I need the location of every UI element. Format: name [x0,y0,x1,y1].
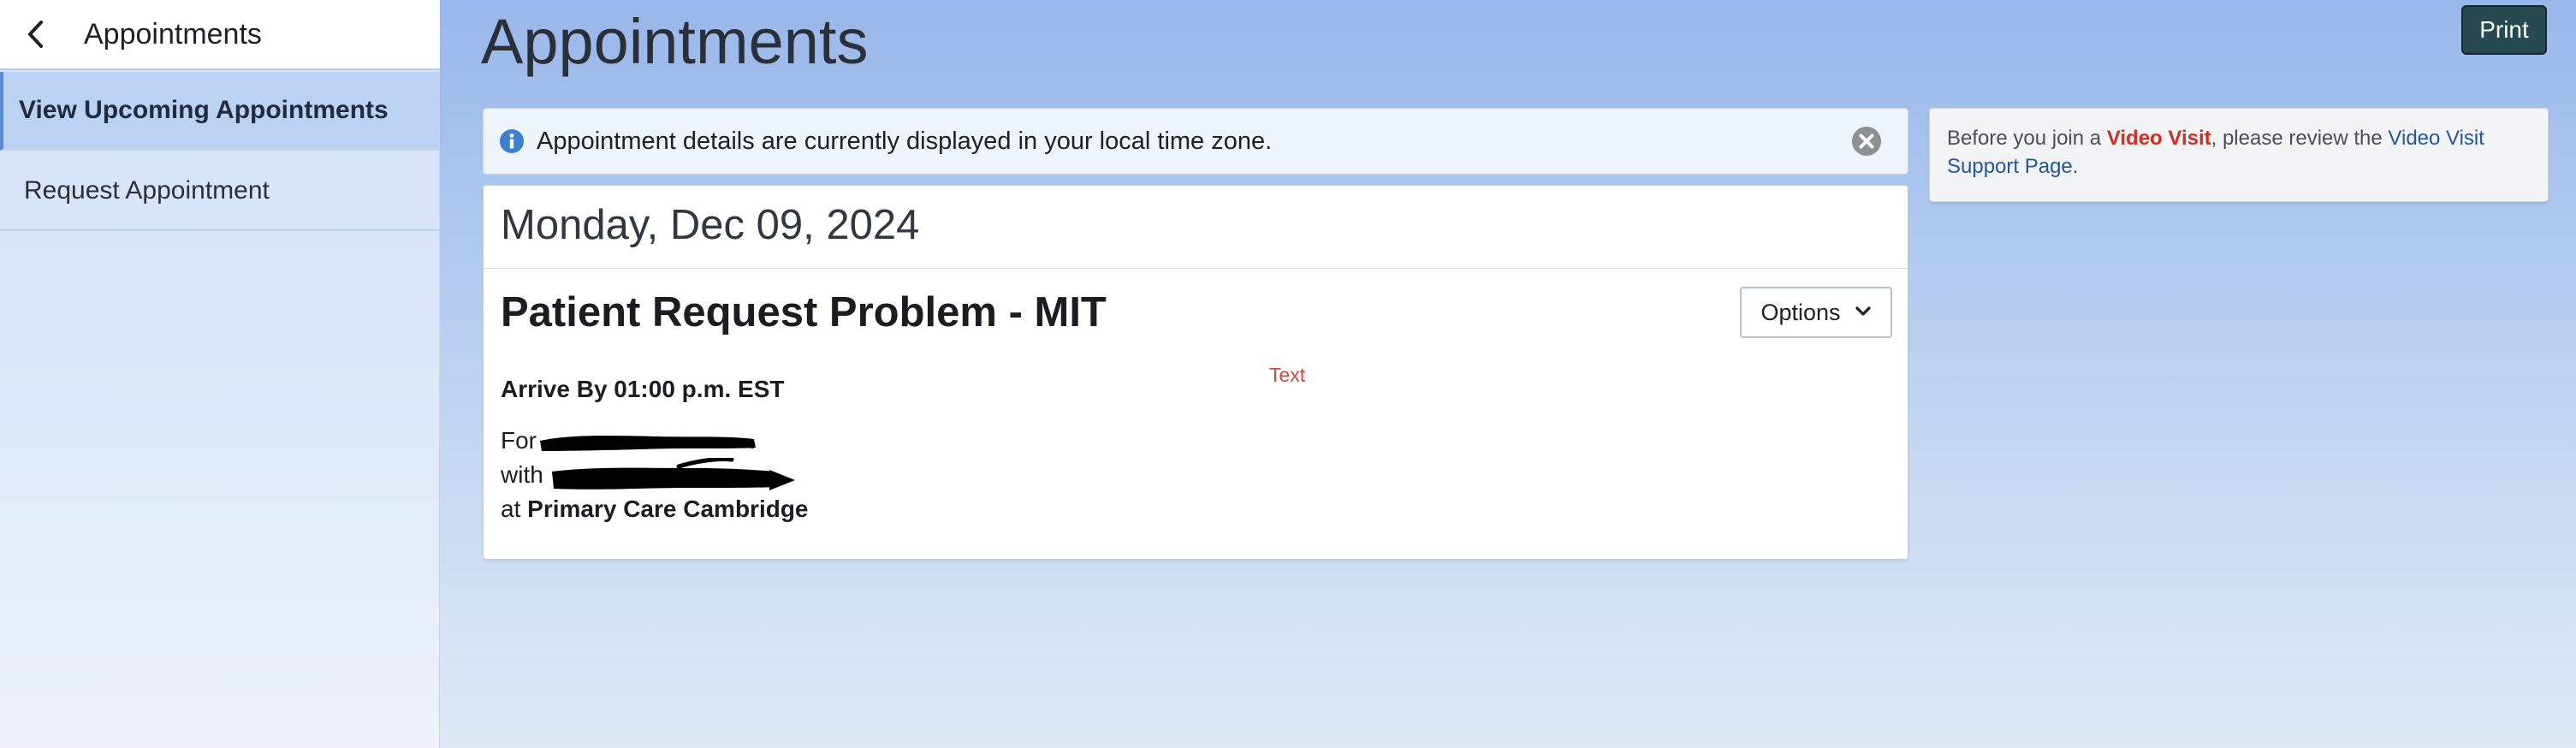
appointment-title: Patient Request Problem - MIT [501,289,1107,335]
sidebar-item-label: View Upcoming Appointments [19,96,389,124]
sidebar-item-view-upcoming-appointments[interactable]: View Upcoming Appointments [0,72,440,151]
options-dropdown-button[interactable]: Options [1740,287,1892,338]
page-title: Appointments [481,6,869,77]
annotation-text: Text [1269,364,1306,386]
video-notice-text-before: Before you join a [1947,127,2107,150]
sidebar-item-label: Request Appointment [24,176,270,205]
sidebar-title: Appointments [84,17,262,50]
sidebar-header: Appointments [0,0,440,70]
patient-line: For [501,427,537,454]
video-notice-text-after: . [2072,155,2079,178]
appointment-card: Monday, Dec 09, 2024 Patient Request Pro… [483,185,1908,560]
location-name: Primary Care Cambridge [527,496,809,522]
provider-line: with [501,461,543,489]
options-label: Options [1760,299,1841,325]
video-visit-notice: Before you join a Video Visit, please re… [1929,108,2549,202]
for-prefix: For [501,427,537,454]
info-banner: Appointment details are currently displa… [483,108,1908,175]
info-icon [499,128,525,154]
video-visit-emphasis: Video Visit [2106,127,2211,150]
at-prefix: at [501,496,521,522]
chevron-down-icon [1841,306,1872,320]
chevron-left-icon[interactable] [26,0,77,69]
info-banner-text: Appointment details are currently displa… [537,127,1273,155]
redaction-mark [540,436,756,451]
redaction-mark [552,458,795,490]
with-prefix: with [501,461,543,488]
video-notice-text-middle: , please review the [2211,127,2389,150]
sidebar: Appointments View Upcoming Appointments … [0,0,440,748]
divider [484,268,1908,269]
appointment-date: Monday, Dec 09, 2024 [501,202,920,248]
location-line: at Primary Care Cambridge [501,496,809,523]
print-button[interactable]: Print [2461,5,2547,55]
close-icon[interactable] [1851,126,1882,157]
arrive-by-time: Arrive By 01:00 p.m. EST [501,376,785,402]
sidebar-item-request-appointment[interactable]: Request Appointment [0,152,440,231]
